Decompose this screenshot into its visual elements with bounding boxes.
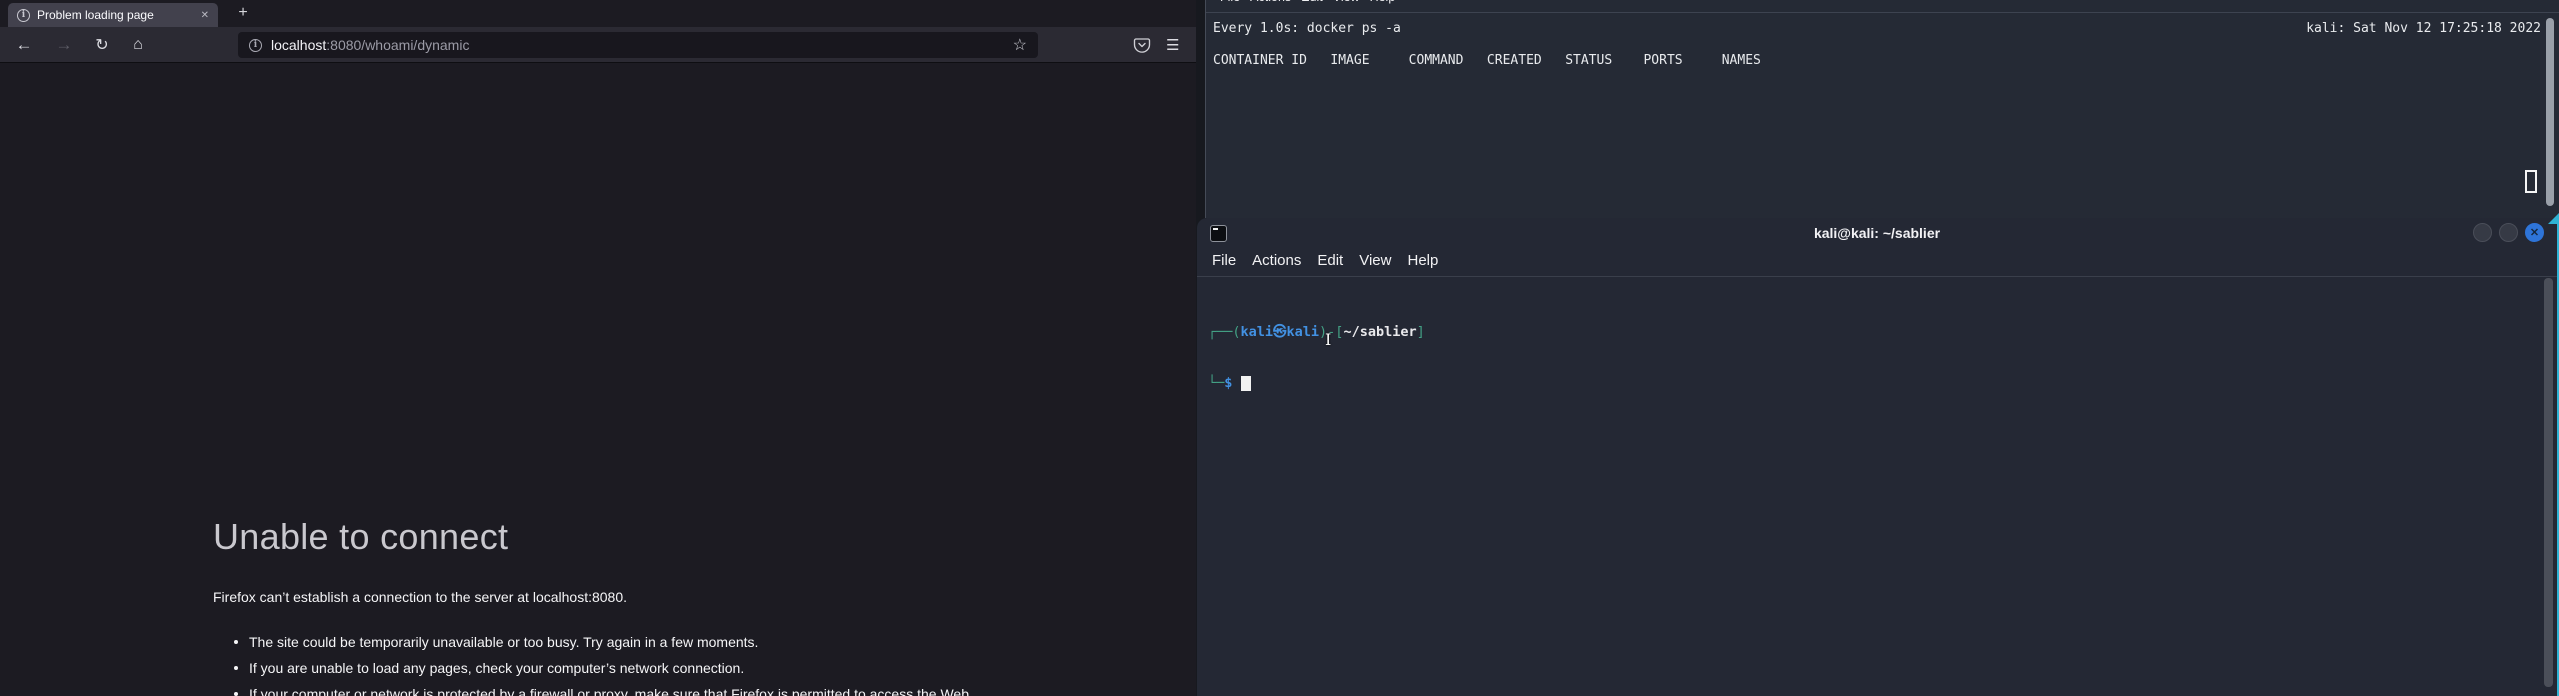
watch-status-line: Every 1.0s: docker ps -a kali: Sat Nov 1…	[1213, 21, 2541, 36]
terminal-cursor	[1241, 376, 1251, 391]
menubar-separator	[1197, 276, 2557, 277]
watch-host-timestamp: kali: Sat Nov 12 17:25:18 2022	[2306, 21, 2541, 36]
list-item: If your computer or network is protected…	[232, 686, 973, 696]
minimize-button[interactable]	[2473, 223, 2492, 242]
reload-icon[interactable]: ↻	[90, 27, 114, 63]
text-cursor-pointer-icon: I	[1325, 330, 1331, 349]
url-path: :8080/whoami/dynamic	[326, 37, 469, 53]
prompt-user-host: kali㉿kali	[1241, 324, 1320, 340]
watch-command: Every 1.0s: docker ps -a	[1213, 21, 1401, 36]
list-item: If you are unable to load any pages, che…	[232, 660, 973, 676]
menubar-separator	[1206, 12, 2559, 13]
menu-edit[interactable]: Edit	[1317, 252, 1343, 269]
scrollbar[interactable]	[2544, 278, 2553, 687]
docker-ps-header: CONTAINER ID IMAGE COMMAND CREATED STATU…	[1213, 53, 1761, 68]
terminal-app-icon	[1210, 225, 1227, 242]
home-icon[interactable]: ⌂	[126, 27, 150, 63]
screen: i Problem loading page ✕ + ← → ↻ ⌂ i loc…	[0, 0, 2559, 696]
forward-icon[interactable]: →	[52, 27, 76, 63]
menu-help[interactable]: Help	[1370, 0, 1396, 4]
nav-toolbar: ← → ↻ ⌂ i localhost:8080/whoami/dynamic …	[0, 27, 1196, 63]
prompt-frame: ┌──(	[1208, 324, 1241, 340]
window-titlebar[interactable]: kali@kali: ~/sablier ✕	[1197, 218, 2557, 248]
prompt-symbol: $	[1224, 375, 1232, 391]
menu-help[interactable]: Help	[1407, 252, 1438, 269]
maximize-button[interactable]	[2499, 223, 2518, 242]
prompt-line-1: ┌──(kali㉿kali)-[~/sablier]	[1208, 324, 1425, 341]
glyph-box-icon	[2525, 170, 2537, 193]
scrollbar[interactable]	[2546, 18, 2554, 206]
window-controls: ✕	[2473, 223, 2544, 242]
list-item: The site could be temporarily unavailabl…	[232, 634, 973, 650]
site-info-icon[interactable]: i	[249, 39, 262, 52]
url-host: localhost	[271, 37, 326, 53]
menu-view[interactable]: View	[1333, 0, 1360, 4]
menu-hamburger-icon[interactable]: ☰	[1166, 27, 1180, 63]
info-icon: i	[17, 9, 30, 22]
back-icon[interactable]: ←	[12, 27, 36, 63]
tab-close-icon[interactable]: ✕	[197, 10, 209, 21]
bookmark-star-icon[interactable]: ☆	[1013, 35, 1027, 55]
menu-file[interactable]: File	[1212, 252, 1236, 269]
prompt-frame: ]	[1417, 324, 1425, 340]
close-button[interactable]: ✕	[2525, 223, 2544, 242]
tab-bar: i Problem loading page ✕ +	[0, 0, 1196, 27]
watch-terminal-menubar: File Actions Edit View Help	[1220, 0, 1395, 4]
browser-window: i Problem loading page ✕ + ← → ↻ ⌂ i loc…	[0, 0, 1196, 696]
shell-terminal-menubar: File Actions Edit View Help	[1212, 252, 1438, 269]
prompt-path: ~/sablier	[1343, 324, 1416, 340]
error-title: Unable to connect	[213, 516, 508, 558]
window-title: kali@kali: ~/sablier	[1197, 218, 2557, 248]
menu-actions[interactable]: Actions	[1250, 0, 1291, 4]
new-tab-button[interactable]: +	[232, 2, 254, 24]
error-page: Unable to connect Firefox can’t establis…	[0, 64, 1196, 696]
menu-file[interactable]: File	[1220, 0, 1240, 4]
shell-terminal-window: kali@kali: ~/sablier ✕ File Actions Edit…	[1197, 218, 2559, 696]
menu-view[interactable]: View	[1359, 252, 1391, 269]
browser-tab[interactable]: i Problem loading page ✕	[8, 3, 218, 27]
menu-actions[interactable]: Actions	[1252, 252, 1301, 269]
right-panel: File Actions Edit View Help Every 1.0s: …	[1196, 0, 2559, 696]
menu-edit[interactable]: Edit	[1301, 0, 1323, 4]
watch-terminal: File Actions Edit View Help Every 1.0s: …	[1205, 0, 2559, 218]
tab-title: Problem loading page	[37, 8, 190, 22]
url-text: localhost:8080/whoami/dynamic	[271, 37, 469, 53]
url-field[interactable]: i localhost:8080/whoami/dynamic ☆	[238, 32, 1038, 58]
error-suggestion-list: The site could be temporarily unavailabl…	[232, 634, 973, 696]
shell-prompt[interactable]: ┌──(kali㉿kali)-[~/sablier] └─$	[1208, 290, 1425, 426]
pocket-icon[interactable]	[1133, 36, 1151, 59]
error-description: Firefox can’t establish a connection to …	[213, 589, 627, 605]
prompt-line-2: └─$	[1208, 375, 1425, 392]
prompt-frame: └─	[1208, 375, 1224, 391]
